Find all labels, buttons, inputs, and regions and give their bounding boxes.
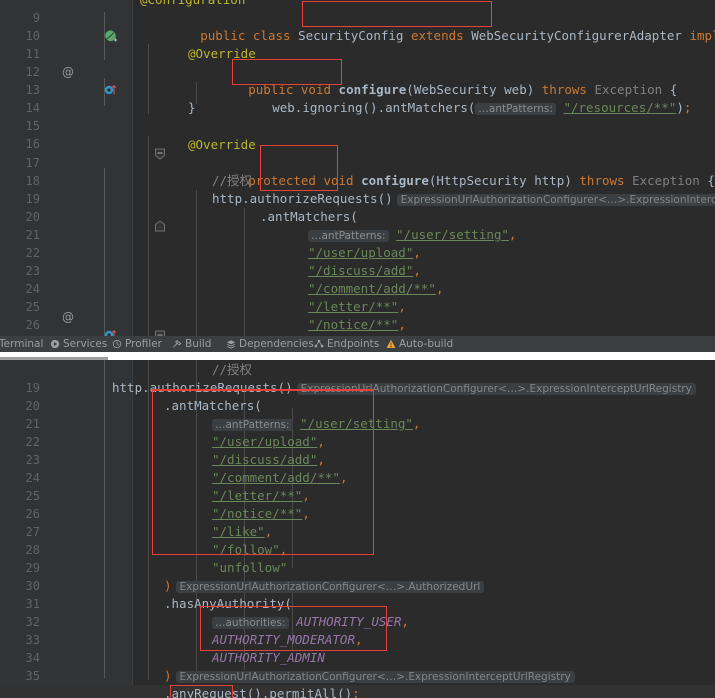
- hammer-icon: [172, 338, 182, 352]
- code-line-current[interactable]: 37 .anyRequest().permitAll();: [0, 685, 715, 698]
- code-line[interactable]: 28 "/like",: [0, 523, 715, 557]
- code-line[interactable]: 30 "unfollow": [0, 559, 715, 593]
- ide-window: 9 @Configuration 10 public class Securit…: [0, 0, 715, 698]
- token-string: "/user/upload": [308, 245, 414, 260]
- code-line[interactable]: 26 "/letter/**",: [0, 487, 715, 521]
- token-constant: AUTHORITY_USER: [296, 614, 402, 629]
- spring-bean-icon[interactable]: [44, 11, 118, 42]
- token-string: "/user/upload": [212, 434, 318, 449]
- tool-window-bar[interactable]: Terminal Services Profiler Build Depende…: [0, 336, 715, 352]
- annotation-underline-authorizerequests: [152, 389, 374, 391]
- code-line[interactable]: 31 ) ExpressionUrlAuthorizationConfigurer…: [0, 577, 715, 611]
- editor-pane-bottom[interactable]: 19 //授权 20 http.authorizeRequests() Expre…: [0, 360, 715, 698]
- code-line[interactable]: 21 .antMatchers(: [0, 208, 715, 242]
- code-line[interactable]: 13 @ public void configure(WebSecurity w…: [0, 63, 715, 160]
- code-line[interactable]: 22 …antPatterns: "/user/setting",: [0, 415, 715, 449]
- parameter-hint-antpatterns: …antPatterns:: [308, 230, 389, 242]
- code-line[interactable]: 17 @Override: [0, 136, 715, 170]
- tool-button-profiler[interactable]: Profiler: [112, 336, 162, 352]
- code-line[interactable]: 20 http.authorizeRequests() ExpressionUrl…: [0, 379, 715, 413]
- tool-button-label: Build: [185, 338, 212, 350]
- parameter-hint-antpatterns: …antPatterns:: [212, 419, 293, 431]
- token-string: "/discuss/add": [212, 452, 318, 467]
- token-string: "/user/setting": [300, 416, 413, 431]
- token-string: "/letter/**": [308, 299, 399, 314]
- tool-button-label: Auto-build: [399, 338, 454, 350]
- code-line[interactable]: 33 …authorities: AUTHORITY_USER,: [0, 613, 715, 647]
- tool-button-terminal[interactable]: Terminal: [0, 336, 43, 352]
- tool-button-label: Profiler: [125, 338, 162, 350]
- code-line[interactable]: 9 @Configuration: [0, 0, 715, 25]
- inlay-type-hint: ExpressionUrlAuthorizationConfigurer<…>.…: [175, 671, 575, 683]
- endpoints-icon: [314, 338, 324, 352]
- code-line[interactable]: 36 )ExpressionUrlAuthorizationConfigurer…: [0, 667, 715, 698]
- token-comment: //授权: [212, 362, 253, 377]
- token-string: "/letter/**": [212, 488, 303, 503]
- code-line[interactable]: 16: [0, 117, 715, 151]
- profiler-icon: [112, 338, 122, 352]
- tool-button-auto-build[interactable]: Auto-build: [386, 336, 453, 352]
- code-line[interactable]: 19 //授权: [0, 361, 715, 395]
- tool-button-services[interactable]: Services: [50, 336, 107, 352]
- code-line[interactable]: 24 "/discuss/add",: [0, 451, 715, 485]
- implementing-method-icon[interactable]: [44, 65, 117, 95]
- dependencies-icon: [226, 338, 236, 352]
- code-line[interactable]: 34 AUTHORITY_MODERATOR,: [0, 631, 715, 665]
- token-string: "/like": [212, 524, 265, 539]
- token-override: @Override: [188, 46, 256, 61]
- code-line[interactable]: 27 "/notice/**",: [0, 505, 715, 539]
- code-line[interactable]: 15 }: [0, 99, 715, 232]
- tool-button-build[interactable]: Build: [172, 336, 211, 352]
- token-string: "/comment/add/**": [308, 281, 436, 296]
- parameter-hint-authorities: …authorities:: [212, 617, 289, 629]
- token-constant: AUTHORITY_MODERATOR: [212, 632, 355, 647]
- token-annotation: @Configuration: [140, 0, 245, 7]
- code-line[interactable]: 11: [0, 27, 715, 61]
- token-override: @Override: [188, 137, 256, 152]
- token-string: "/discuss/add": [308, 263, 414, 278]
- editor-pane-top[interactable]: 9 @Configuration 10 public class Securit…: [0, 0, 715, 336]
- token-string: "/comment/add/**": [212, 470, 340, 485]
- code-line[interactable]: 25 "/comment/add/**",: [0, 280, 715, 314]
- token-string: "unfollow": [212, 560, 288, 575]
- tool-button-label: Dependencies: [239, 338, 314, 350]
- token-string: "/notice/**": [308, 317, 399, 332]
- code-line[interactable]: 23 "/user/upload",: [0, 433, 715, 467]
- token-string: "/user/setting": [396, 227, 509, 242]
- code-line[interactable]: 10 public class SecurityConfig extends W…: [0, 9, 715, 43]
- window-separator-band: [0, 352, 715, 360]
- annotation-gutter-icon[interactable]: @: [62, 65, 76, 79]
- code-line[interactable]: 24 "/discuss/add",: [0, 262, 715, 296]
- tool-button-label: Terminal: [0, 338, 44, 350]
- tool-button-label: Endpoints: [327, 338, 380, 350]
- code-line[interactable]: 29 "/follow",: [0, 541, 715, 575]
- code-line[interactable]: 26 "/letter/**",: [0, 298, 715, 332]
- services-play-icon: [50, 338, 60, 352]
- code-line[interactable]: 14 web.ignoring().antMatchers(…antPatter…: [0, 81, 715, 115]
- inlay-type-hint: ExpressionUrlAuthorizationConfigurer<…>.…: [396, 194, 715, 206]
- code-line[interactable]: 20 http.authorizeRequests() ExpressionUrl…: [0, 190, 715, 224]
- inlay-type-hint: ExpressionUrlAuthorizationConfigurer<…>.…: [175, 581, 485, 593]
- token-string: "/notice/**": [212, 506, 303, 521]
- code-line[interactable]: 18 @ protected void configure(HttpSecuri…: [0, 154, 715, 336]
- code-line[interactable]: 32 .hasAnyAuthority(: [0, 595, 715, 629]
- warning-triangle-icon: [386, 338, 396, 352]
- token-string: "/follow": [212, 542, 280, 557]
- tool-button-dependencies[interactable]: Dependencies: [226, 336, 314, 352]
- code-line[interactable]: 27 "/notice/**",: [0, 316, 715, 334]
- code-line[interactable]: 25 "/comment/add/**",: [0, 469, 715, 503]
- code-line[interactable]: 12 @Override: [0, 45, 715, 79]
- code-line[interactable]: 23 "/user/upload",: [0, 244, 715, 278]
- token-comment: //授权: [212, 173, 253, 188]
- tool-button-endpoints[interactable]: Endpoints: [314, 336, 379, 352]
- code-line[interactable]: 35 AUTHORITY_ADMIN: [0, 649, 715, 683]
- code-line[interactable]: 19 //授权: [0, 172, 715, 206]
- tool-button-label: Services: [63, 338, 108, 350]
- token-constant: AUTHORITY_ADMIN: [212, 650, 325, 665]
- code-line[interactable]: 21 .antMatchers(: [0, 397, 715, 431]
- code-line[interactable]: 22 …antPatterns: "/user/setting",: [0, 226, 715, 260]
